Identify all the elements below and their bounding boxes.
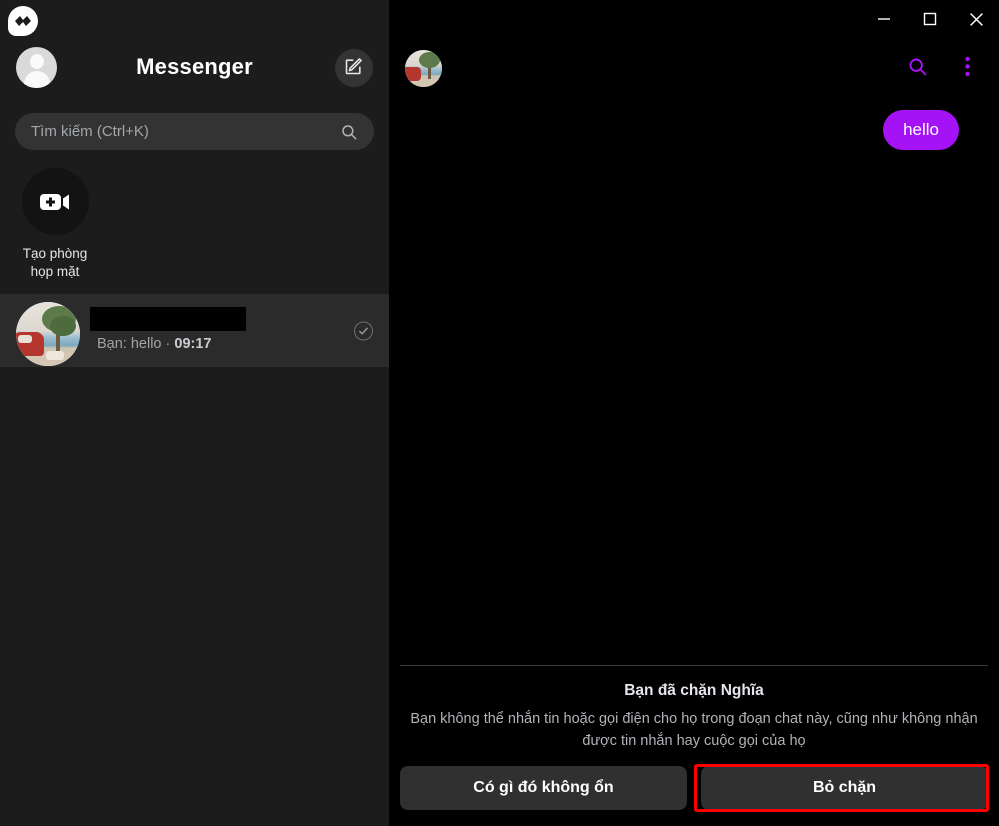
create-room-label-line1: Tạo phòng [22, 246, 88, 261]
page-title: Messenger [136, 54, 253, 79]
messenger-desktop-window: Messenger Tìm kiếm (Ctrl+K) Tạo phòng họ… [0, 0, 999, 826]
search-box[interactable] [15, 113, 374, 150]
search-icon [340, 123, 358, 141]
chat-header-avatar[interactable] [405, 50, 442, 87]
create-room-strip: Tạo phòng họp mặt [0, 168, 389, 288]
compose-new-message-button[interactable] [335, 49, 373, 87]
avatar-photo-van-window [18, 335, 32, 343]
chat-preview-time: 09:17 [174, 336, 212, 352]
seen-check-icon [354, 321, 373, 340]
messenger-logo-icon [8, 6, 38, 36]
sidebar: Messenger Tìm kiếm (Ctrl+K) Tạo phòng họ… [0, 0, 389, 826]
chat-options-button[interactable] [949, 51, 985, 87]
messenger-logo [8, 6, 38, 36]
chat-header-actions [899, 46, 985, 92]
divider [400, 665, 988, 666]
avatar-photo-tree-foliage-2 [50, 316, 76, 336]
create-room-label-line2: họp mặt [30, 264, 80, 279]
blocked-actions: Có gì đó không ổn Bỏ chặn [389, 766, 999, 810]
unblock-button[interactable]: Bỏ chặn [701, 766, 988, 810]
create-room-button[interactable]: Tạo phòng họp mặt [21, 168, 89, 281]
avatar-photo-van [405, 67, 421, 81]
search-icon [907, 56, 928, 82]
blocked-description: Bạn không thể nhắn tin hoặc gọi điện cho… [410, 711, 978, 749]
message-list: hello [389, 100, 999, 660]
chat-panel: hello Bạn đã chặn Nghĩa Bạn không thể nh… [389, 0, 999, 826]
close-button[interactable] [953, 0, 999, 38]
create-room-label: Tạo phòng họp mặt [14, 245, 96, 281]
window-controls [861, 0, 999, 38]
compose-new-message-icon [344, 56, 364, 81]
sidebar-header: Messenger [0, 46, 389, 96]
video-camera-plus-icon [21, 168, 89, 235]
chat-header [389, 46, 999, 96]
beach-photo-avatar [16, 302, 80, 366]
blocked-notice: Bạn đã chặn Nghĩa Bạn không thể nhắn tin… [389, 682, 999, 752]
chat-name-redacted-bar [90, 307, 246, 331]
message-bubble-outgoing: hello [883, 110, 959, 150]
chat-preview-separator: · [165, 336, 171, 352]
more-options-icon [964, 56, 970, 82]
search-input[interactable] [15, 123, 340, 140]
maximize-button[interactable] [907, 0, 953, 38]
chat-preview-message: Bạn: hello [97, 336, 162, 352]
report-problem-button[interactable]: Có gì đó không ổn [400, 766, 687, 810]
chat-search-button[interactable] [899, 51, 935, 87]
chat-preview-text: Bạn: hello · 09:17 [97, 336, 212, 352]
blocked-title: Bạn đã chặn Nghĩa [624, 682, 764, 699]
minimize-button[interactable] [861, 0, 907, 38]
avatar-photo-tree-foliage [419, 52, 440, 68]
avatar-photo-chair [46, 351, 64, 360]
